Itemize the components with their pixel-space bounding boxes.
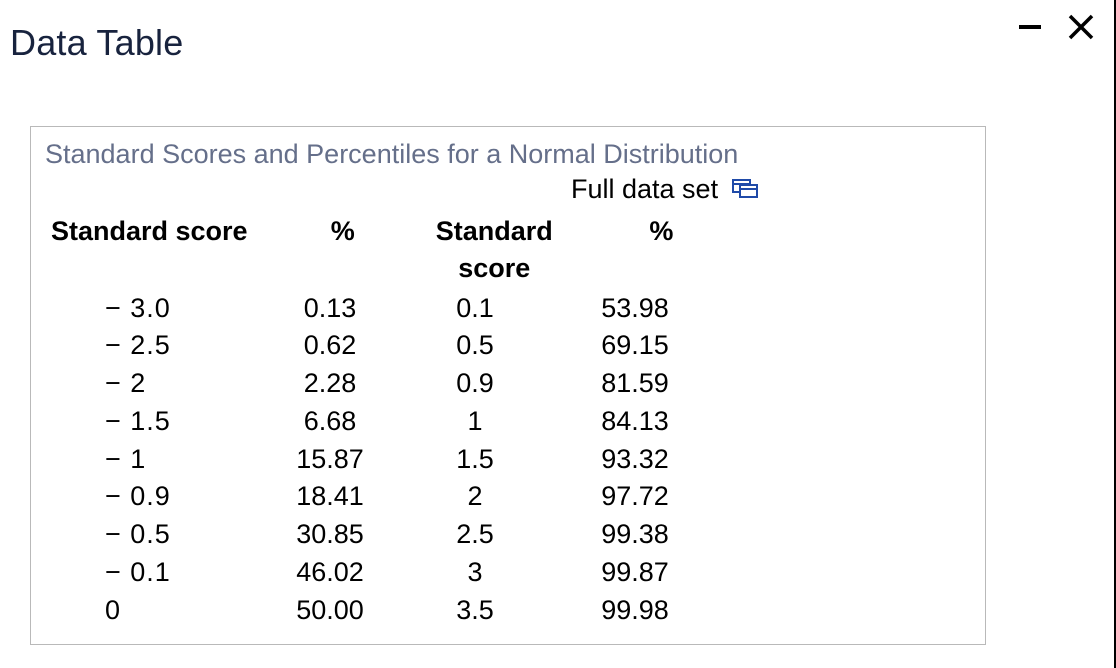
cell-standard-score-right: 0.5 xyxy=(395,327,555,365)
table-header-row: Standard score % Standard score % xyxy=(45,211,745,290)
cell-standard-score-right: 1 xyxy=(395,403,555,441)
full-data-set-label: Full data set xyxy=(571,174,718,205)
cell-percent-right: 99.87 xyxy=(555,554,715,592)
cell-standard-score-right: 1.5 xyxy=(395,441,555,479)
cell-standard-score-left: − 2 xyxy=(45,365,265,403)
data-panel: Standard Scores and Percentiles for a No… xyxy=(30,126,986,645)
cell-standard-score-left: − 3.0 xyxy=(45,290,265,328)
cell-percent-right: 69.15 xyxy=(555,327,715,365)
col-header-percent-2: % xyxy=(578,211,745,290)
close-icon[interactable] xyxy=(1066,12,1096,42)
copy-table-icon[interactable] xyxy=(732,176,758,203)
page-title: Data Table xyxy=(10,22,183,64)
cell-percent-left: 6.68 xyxy=(265,403,395,441)
cell-standard-score-left: − 0.5 xyxy=(45,516,265,554)
cell-standard-score-left: − 1.5 xyxy=(45,403,265,441)
col-header-standard-score-2: Standard score xyxy=(411,211,578,290)
col-header-percent-1: % xyxy=(275,211,411,290)
cell-standard-score-left: 0 xyxy=(45,592,265,630)
minimize-icon[interactable] xyxy=(1016,13,1044,41)
cell-standard-score-right: 2 xyxy=(395,478,555,516)
cell-percent-left: 15.87 xyxy=(265,441,395,479)
cell-standard-score-left: − 0.1 xyxy=(45,554,265,592)
cell-standard-score-left: − 1 xyxy=(45,441,265,479)
cell-standard-score-right: 3 xyxy=(395,554,555,592)
cell-standard-score-right: 2.5 xyxy=(395,516,555,554)
cell-standard-score-right: 3.5 xyxy=(395,592,555,630)
cell-percent-right: 99.38 xyxy=(555,516,715,554)
cell-percent-right: 99.98 xyxy=(555,592,715,630)
cell-percent-right: 84.13 xyxy=(555,403,715,441)
cell-percent-right: 97.72 xyxy=(555,478,715,516)
window: Data Table Standard Scores and Percentil… xyxy=(0,0,1116,668)
cell-percent-left: 30.85 xyxy=(265,516,395,554)
panel-title: Standard Scores and Percentiles for a No… xyxy=(31,133,985,172)
cell-standard-score-left: − 2.5 xyxy=(45,327,265,365)
cell-standard-score-right: 0.1 xyxy=(395,290,555,328)
cell-percent-left: 46.02 xyxy=(265,554,395,592)
table: Standard score % Standard score % − 3.00… xyxy=(31,211,985,630)
cell-percent-right: 81.59 xyxy=(555,365,715,403)
cell-percent-left: 2.28 xyxy=(265,365,395,403)
table-body: − 3.00.130.153.98 − 2.50.620.569.15 − 22.2… xyxy=(45,290,971,630)
cell-percent-left: 0.62 xyxy=(265,327,395,365)
full-data-set-row: Full data set xyxy=(31,174,985,205)
cell-percent-left: 0.13 xyxy=(265,290,395,328)
cell-standard-score-left: − 0.9 xyxy=(45,478,265,516)
cell-percent-left: 50.00 xyxy=(265,592,395,630)
cell-percent-left: 18.41 xyxy=(265,478,395,516)
cell-standard-score-right: 0.9 xyxy=(395,365,555,403)
window-controls xyxy=(1016,12,1096,42)
col-header-standard-score-2-text: Standard score xyxy=(434,213,554,288)
cell-percent-right: 93.32 xyxy=(555,441,715,479)
col-header-standard-score-1: Standard score xyxy=(45,211,275,290)
cell-percent-right: 53.98 xyxy=(555,290,715,328)
